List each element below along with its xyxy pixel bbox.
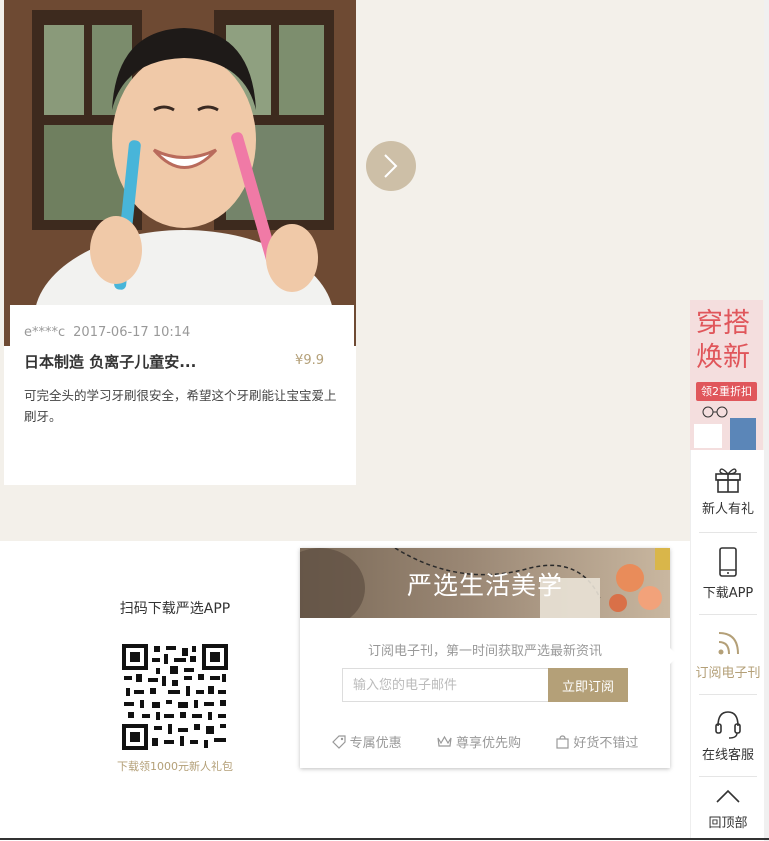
carousel-next-button[interactable] xyxy=(366,141,416,191)
sidebar-item-download-app[interactable]: 下载APP xyxy=(691,546,765,601)
sidebar-item-label: 下载APP xyxy=(702,586,754,601)
sidebar-divider xyxy=(699,776,757,777)
gift-icon xyxy=(715,468,741,493)
perk-item: 好货不错过 xyxy=(556,732,638,751)
promo-title-line1: 穿搭 xyxy=(696,308,750,339)
sidebar-item-subscribe[interactable]: 订阅电子刊 xyxy=(691,628,765,681)
review-username: e****c xyxy=(24,325,66,340)
review-meta: e****c 2017-06-17 10:14 xyxy=(24,325,190,340)
promo-badge: 领2重折扣 xyxy=(696,382,757,401)
promo-banner[interactable]: 穿搭 焕新 领2重折扣 xyxy=(690,300,763,450)
subscribe-perks: 专属优惠 尊享优先购 好货不错过 xyxy=(300,732,670,751)
sidebar-item-customer-service[interactable]: 在线客服 xyxy=(691,708,765,763)
subscribe-button[interactable]: 立即订阅 xyxy=(548,668,628,702)
subscribe-banner: 严选生活美学 xyxy=(300,548,670,618)
sidebar-item-label: 回顶部 xyxy=(708,816,748,831)
promo-title-line2: 焕新 xyxy=(696,342,750,373)
product-title[interactable]: 日本制造 负离子儿童安... xyxy=(24,351,196,372)
subscribe-pointer xyxy=(670,648,678,664)
app-download-subtitle: 下载领1000元新人礼包 xyxy=(117,760,233,773)
app-download-title: 扫码下载严选APP xyxy=(119,601,231,617)
chevron-up-icon xyxy=(716,789,740,803)
sidebar-item-back-to-top[interactable]: 回顶部 xyxy=(691,786,765,831)
sidebar-item-label: 新人有礼 xyxy=(701,502,754,517)
subscribe-card: 严选生活美学 订阅电子刊，第一时间获取严选最新资讯 立即订阅 专属优惠 尊享优先… xyxy=(300,548,670,768)
tag-icon xyxy=(331,734,346,749)
promo-image xyxy=(694,406,756,450)
rss-icon xyxy=(718,632,739,655)
review-time: 2017-06-17 10:14 xyxy=(73,325,191,340)
sidebar-item-label: 在线客服 xyxy=(701,748,754,763)
footer-divider xyxy=(0,838,769,840)
phone-icon xyxy=(719,547,737,577)
review-caption: e****c 2017-06-17 10:14 日本制造 负离子儿童安... ¥9… xyxy=(10,305,354,485)
review-text: 可完全头的学习牙刷很安全，希望这个牙刷能让宝宝爱上刷牙。 xyxy=(24,388,337,424)
qr-code xyxy=(122,644,228,750)
subscribe-description: 订阅电子刊，第一时间获取严选最新资讯 xyxy=(367,644,602,659)
perk-label: 专属优惠 xyxy=(349,736,402,751)
sidebar-item-new-user-gift[interactable]: 新人有礼 xyxy=(691,464,765,517)
subscribe-banner-title: 严选生活美学 xyxy=(406,571,563,600)
sidebar-item-label: 订阅电子刊 xyxy=(695,666,761,681)
app-download-block: 扫码下载严选APP 下载领1000元新人礼包 xyxy=(80,598,270,774)
perk-label: 好货不错过 xyxy=(573,736,639,751)
perk-label: 尊享优先购 xyxy=(455,736,521,751)
perk-item: 尊享优先购 xyxy=(437,732,521,751)
shopping-bag-icon xyxy=(556,734,569,749)
email-input[interactable] xyxy=(342,668,548,702)
sidebar-divider xyxy=(699,694,757,695)
perk-item: 专属优惠 xyxy=(331,732,402,751)
headset-icon xyxy=(715,711,741,739)
right-sidebar: 新人有礼 下载APP 订阅电子刊 在线客服 回顶部 xyxy=(690,450,765,840)
review-photo[interactable] xyxy=(4,0,356,346)
chevron-right-icon xyxy=(384,154,398,178)
sidebar-divider xyxy=(699,614,757,615)
page-scrollbar[interactable] xyxy=(764,0,769,841)
product-price: ¥9.9 xyxy=(295,353,324,368)
sidebar-divider xyxy=(699,532,757,533)
crown-icon xyxy=(437,735,452,747)
